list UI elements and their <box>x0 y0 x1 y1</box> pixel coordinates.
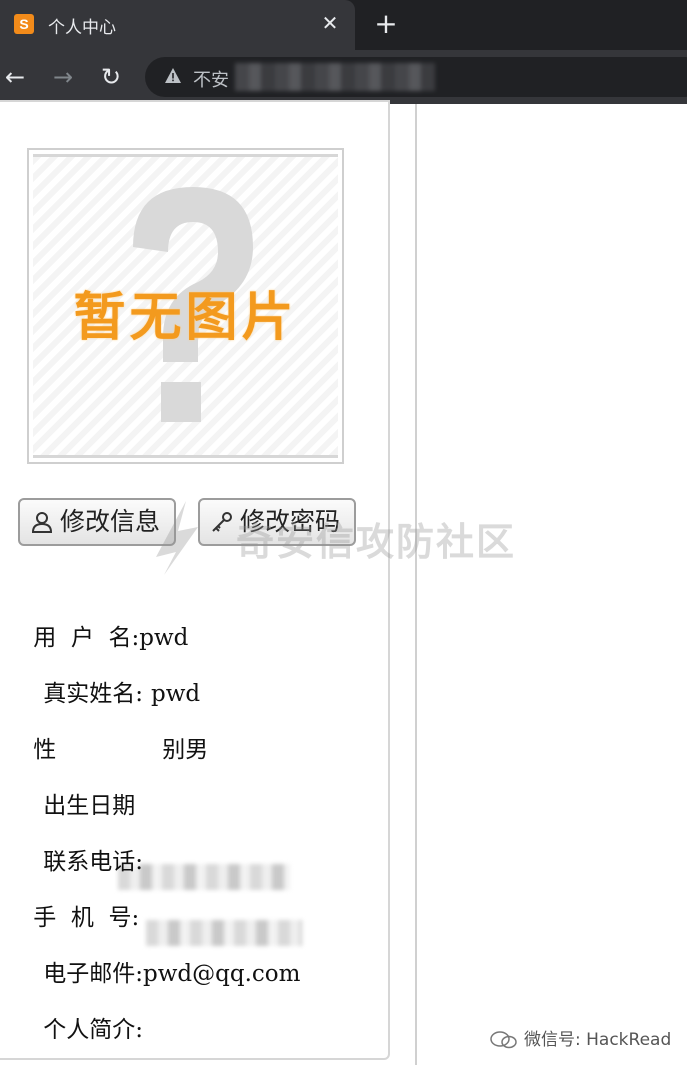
new-tab-icon[interactable]: + <box>372 10 400 38</box>
frame-divider <box>415 104 417 1065</box>
birthday-label: 出生日期 <box>43 793 136 819</box>
blurred-url <box>235 63 435 91</box>
phone-label: 联系电话: <box>43 849 143 875</box>
email-value: pwd@qq.com <box>143 961 301 987</box>
blurred-birthday-value <box>118 864 290 890</box>
user-icon <box>31 512 53 533</box>
wechat-text: 微信号: HackRead <box>524 1030 672 1050</box>
username-label: 用 户 名: <box>33 625 140 651</box>
browser-tabbar: S 个人中心 ✕ + <box>0 0 687 50</box>
browser-tab[interactable]: S 个人中心 ✕ <box>0 0 355 50</box>
forward-arrow-icon[interactable]: → <box>48 62 78 92</box>
close-tab-icon[interactable]: ✕ <box>318 11 342 35</box>
wechat-icon <box>490 1031 517 1049</box>
address-bar[interactable]: 不安 <box>145 57 687 97</box>
change-password-label: 修改密码 <box>240 507 341 536</box>
bio-label: 个人简介: <box>43 1017 143 1043</box>
gender-value: 别男 <box>162 737 209 763</box>
key-icon <box>212 512 232 532</box>
email-label: 电子邮件: <box>43 961 143 987</box>
back-arrow-icon[interactable]: ← <box>0 62 30 92</box>
avatar-placeholder: 暂无图片 <box>33 154 338 458</box>
gender-label: 性 <box>33 737 57 763</box>
change-password-button[interactable]: 修改密码 <box>198 498 356 546</box>
bio-row: 个人简介: <box>14 984 143 1070</box>
edit-info-label: 修改信息 <box>60 507 161 536</box>
favicon-icon: S <box>14 14 34 34</box>
page-content: 暂无图片 修改信息 修改密码 奇安信攻防社区 用 户 名:pwd 真实姓名: pw… <box>0 100 687 1065</box>
insecure-label: 不安 <box>193 70 229 91</box>
avatar-placeholder-text: 暂无图片 <box>73 288 298 348</box>
avatar: 暂无图片 <box>27 148 344 464</box>
tab-title: 个人中心 <box>48 18 116 38</box>
edit-info-button[interactable]: 修改信息 <box>18 498 176 546</box>
wechat-watermark: 微信号: HackRead <box>490 1025 671 1050</box>
browser-toolbar: ← → ↻ 不安 <box>0 50 687 104</box>
warning-icon[interactable] <box>163 67 183 87</box>
realname-label: 真实姓名: <box>43 681 143 707</box>
reload-icon[interactable]: ↻ <box>96 62 126 92</box>
mobile-label: 手 机 号: <box>33 905 140 931</box>
